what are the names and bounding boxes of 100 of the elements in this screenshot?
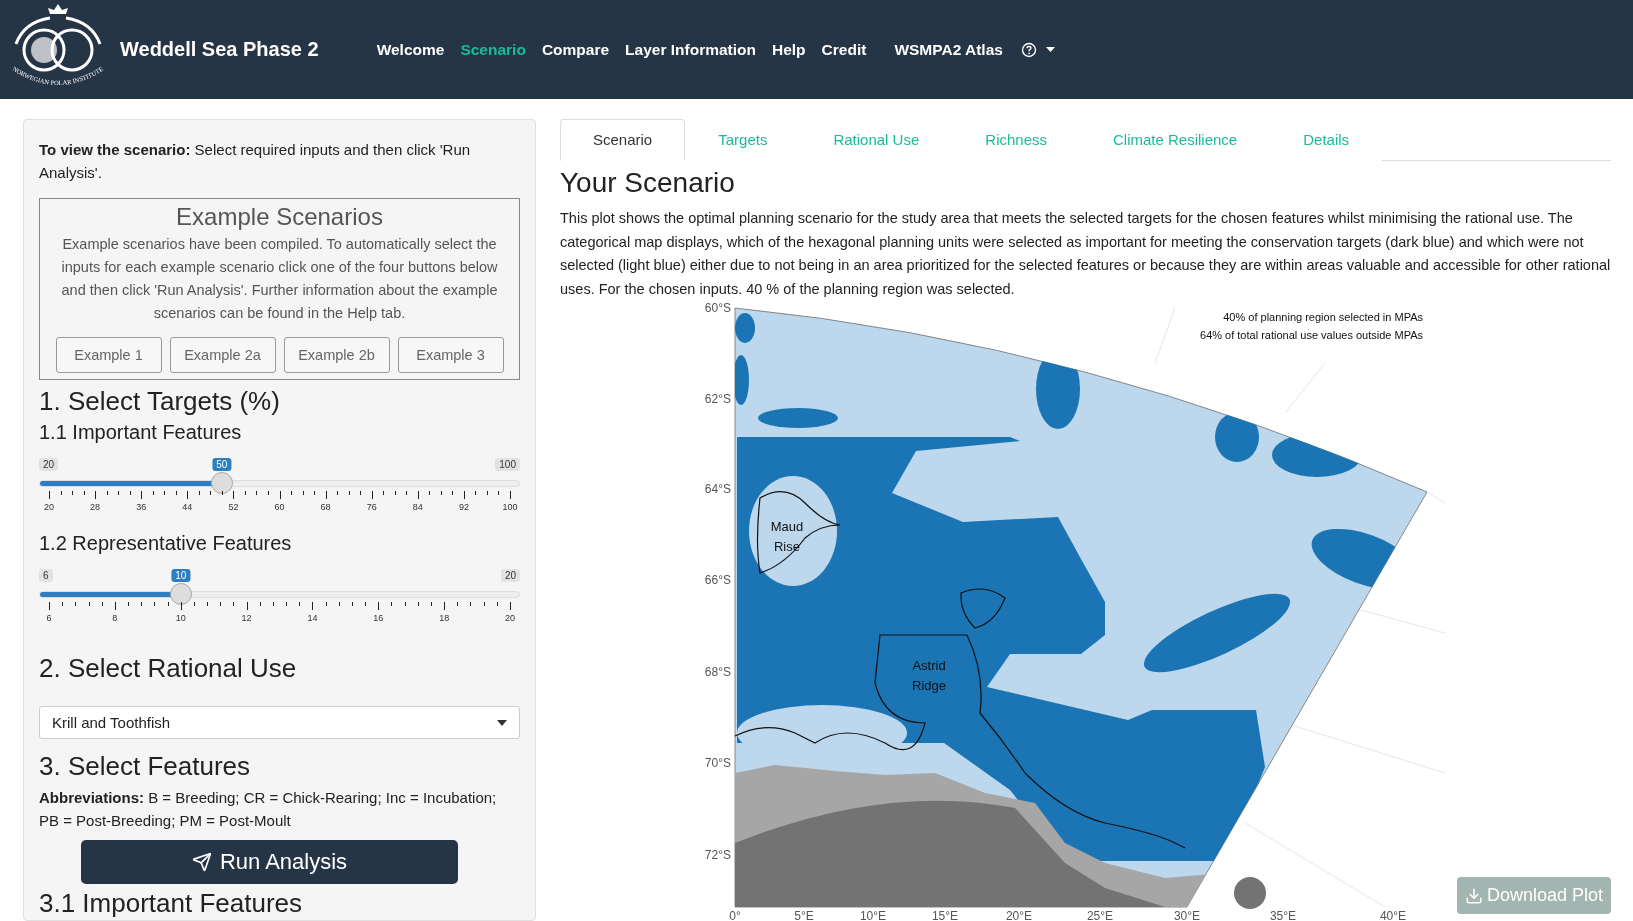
- tick-label: 20: [505, 613, 515, 623]
- longitude-label: 0°: [729, 909, 741, 921]
- section-heading: 3. Select Features: [39, 751, 251, 782]
- tick-mark: [394, 491, 396, 495]
- map-annotation: 64% of total rational use values outside MPAs: [1200, 329, 1423, 341]
- slider-value-label: 50: [212, 458, 232, 471]
- scenario-title: Your Scenario: [560, 167, 736, 199]
- example-button[interactable]: Example 1: [55, 337, 162, 373]
- tick-mark: [164, 491, 166, 495]
- tick-mark: [406, 491, 408, 495]
- tick-label: 68: [320, 502, 331, 512]
- run-analysis-button[interactable]: Run Analysis: [81, 840, 458, 884]
- rational-use-select[interactable]: Krill and Toothfish: [39, 706, 520, 739]
- tick-mark: [60, 491, 62, 495]
- tick-mark: [198, 491, 200, 495]
- tick-mark: [291, 491, 292, 495]
- nav-link[interactable]: Credit: [821, 40, 867, 59]
- tick-mark: [483, 602, 485, 606]
- tick-label: 92: [458, 502, 469, 512]
- tick-label: 16: [373, 613, 384, 623]
- tick-mark: [83, 491, 85, 495]
- tick-label: 100: [502, 502, 518, 512]
- tab[interactable]: Scenario: [560, 119, 686, 161]
- tick-label: 6: [46, 613, 52, 623]
- tick-mark: [95, 491, 97, 499]
- slider-value-label: 10: [171, 569, 191, 582]
- map-annotation: 40% of planning region selected in MPAs: [1223, 311, 1423, 323]
- tick-label: 76: [366, 502, 377, 512]
- slider-handle[interactable]: [169, 583, 192, 605]
- longitude-label: 20°E: [1005, 909, 1033, 921]
- tick-mark: [348, 491, 350, 495]
- tick-label: 60: [274, 502, 285, 512]
- tick-mark: [259, 602, 261, 606]
- longitude-label: 15°E: [931, 909, 959, 921]
- nav-link[interactable]: Layer Information: [625, 40, 756, 59]
- latitude-label: 72°S: [704, 848, 731, 862]
- examples-title: Example Scenarios: [176, 203, 383, 231]
- tick-mark: [210, 491, 212, 495]
- tick-mark: [475, 491, 477, 495]
- nav-link[interactable]: WSMPA2 Atlas: [894, 40, 1003, 59]
- tick-mark: [444, 602, 446, 610]
- tick-label: 84: [412, 502, 423, 512]
- tick-mark: [440, 491, 442, 495]
- nav-link[interactable]: Compare: [541, 40, 610, 59]
- help-icon[interactable]: [1020, 41, 1037, 58]
- tick-mark: [220, 602, 222, 606]
- tick-mark: [351, 602, 353, 606]
- tick-mark: [187, 491, 189, 499]
- longitude-label: 25°E: [1086, 909, 1114, 921]
- tick-mark: [233, 491, 235, 499]
- tick-mark: [88, 602, 90, 606]
- tick-mark: [417, 602, 419, 606]
- slider-handle[interactable]: [210, 472, 233, 494]
- tick-label: 14: [307, 613, 318, 623]
- tick-mark: [302, 491, 304, 495]
- section-heading: 1. Select Targets (%): [39, 386, 281, 417]
- tick-mark: [118, 491, 120, 495]
- tick-mark: [496, 602, 498, 606]
- slider-max-label: 100: [495, 458, 520, 471]
- tick-mark: [193, 602, 195, 606]
- tick-mark: [286, 602, 288, 606]
- nav-link[interactable]: Help: [772, 40, 806, 59]
- tick-mark: [279, 491, 281, 499]
- scenario-description: This plot shows the optimal planning scenario for the study area that meets the selected targets for the chosen features whilst minimising the rational use. The categorical map displays, which of the hexagonal planning units were selected as important for meeting the conservation targets (dark blue) and which were not selected (light blue) either due to not being in an area prioritized for the selected features or because they are within areas valuable and accessible for other rational uses. For the chosen inputs. 40 % of the planning region was selected.: [560, 209, 1611, 299]
- slider-min-label: 6: [39, 569, 53, 582]
- subsection-heading: 1.1 Important Features: [39, 421, 243, 444]
- example-button[interactable]: Example 2b: [283, 337, 390, 373]
- latitude-label: 66°S: [704, 573, 731, 587]
- nav-link[interactable]: Scenario: [460, 40, 526, 59]
- tick-label: 8: [112, 613, 118, 623]
- tick-mark: [429, 491, 431, 495]
- tick-mark: [106, 491, 108, 495]
- tick-mark: [152, 491, 154, 495]
- latitude-label: 62°S: [704, 392, 731, 406]
- tick-label: 10: [175, 613, 186, 623]
- section-heading: 2. Select Rational Use: [39, 653, 298, 684]
- section-heading: 3.1 Important Features: [39, 888, 304, 919]
- tick-mark: [272, 602, 274, 606]
- tick-mark: [233, 602, 235, 606]
- longitude-label: 40°E: [1379, 909, 1407, 921]
- tick-mark: [417, 491, 419, 499]
- caret-icon[interactable]: [1045, 47, 1055, 52]
- latitude-label: 64°S: [704, 482, 731, 496]
- example-button[interactable]: Example 2a: [169, 337, 276, 373]
- tick-mark: [267, 491, 269, 495]
- caret-icon: [497, 719, 507, 726]
- longitude-label: 35°E: [1269, 909, 1297, 921]
- tick-label: 52: [228, 502, 239, 512]
- example-button[interactable]: Example 3: [397, 337, 504, 373]
- tick-mark: [314, 491, 316, 495]
- tick-mark: [101, 602, 103, 606]
- app-title: Weddell Sea Phase 2: [120, 38, 319, 61]
- tick-mark: [338, 602, 340, 606]
- longitude-label: 30°E: [1173, 909, 1201, 921]
- tick-mark: [457, 602, 459, 606]
- tick-mark: [510, 491, 511, 499]
- tick-mark: [221, 491, 223, 495]
- intro-text: To view the scenario: Select required inputs and then click 'Run Analysis'.: [39, 140, 472, 183]
- nav-link[interactable]: Welcome: [376, 40, 445, 59]
- slider-min-label: 20: [39, 458, 59, 471]
